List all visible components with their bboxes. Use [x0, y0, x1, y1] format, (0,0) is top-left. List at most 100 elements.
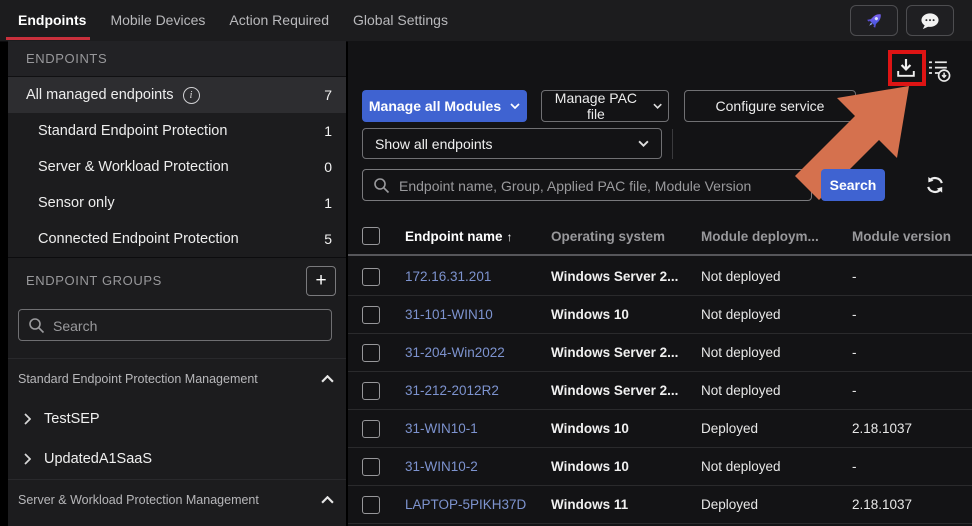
- sidebar-item-count: 0: [324, 159, 332, 175]
- nav-tab-label: Action Required: [229, 12, 329, 28]
- row-checkbox[interactable]: [362, 344, 380, 362]
- col-module-deployment[interactable]: Module deploym...: [701, 218, 819, 256]
- chevron-up-icon[interactable]: [321, 375, 334, 383]
- os-cell: Windows 11: [551, 486, 628, 523]
- nav-tab[interactable]: Action Required: [229, 0, 329, 40]
- deployment-cell: Not deployed: [701, 334, 781, 371]
- sidebar-search-input[interactable]: [51, 310, 325, 342]
- sidebar-item-label: Standard Endpoint Protection: [38, 123, 227, 139]
- nav-tab[interactable]: Global Settings: [353, 0, 448, 40]
- endpoint-filter-value: Show all endpoints: [375, 136, 493, 152]
- os-cell: Windows 10: [551, 448, 629, 485]
- sidebar-item[interactable]: Standard Endpoint Protection 1: [8, 113, 346, 149]
- endpoints-section-header: ENDPOINTS: [8, 41, 346, 77]
- sidebar-item[interactable]: Sensor only 1: [8, 185, 346, 221]
- rocket-button[interactable]: [850, 5, 898, 36]
- group-tree-node[interactable]: TestSEP: [8, 399, 346, 439]
- version-cell: 2.18.1037: [852, 486, 912, 523]
- search-button[interactable]: Search: [821, 169, 885, 201]
- endpoint-groups-section: ENDPOINT GROUPS +: [8, 257, 346, 304]
- nav-tab-label: Mobile Devices: [110, 12, 205, 28]
- row-checkbox[interactable]: [362, 382, 380, 400]
- col-operating-system[interactable]: Operating system: [551, 218, 665, 256]
- group-tree-node[interactable]: UpdatedA1SaaS: [8, 439, 346, 479]
- rocket-icon: [864, 10, 885, 31]
- endpoint-name-link[interactable]: 31-204-Win2022: [405, 334, 505, 371]
- info-icon[interactable]: i: [183, 87, 200, 104]
- endpoint-search-input[interactable]: [397, 170, 805, 202]
- sidebar-item-label: All managed endpoints: [26, 87, 174, 103]
- manage-all-modules-label: Manage all Modules: [369, 98, 501, 114]
- endpoint-filter-dropdown[interactable]: Show all endpoints: [362, 128, 662, 159]
- sidebar-item-label: Connected Endpoint Protection: [38, 231, 239, 247]
- table-row: 31-WIN10-1 Windows 10 Deployed 2.18.1037: [348, 410, 972, 448]
- group-section-header[interactable]: Standard Endpoint Protection Management: [8, 358, 346, 399]
- search-icon: [28, 317, 45, 334]
- chevron-right-icon[interactable]: [24, 453, 31, 465]
- search-button-label: Search: [830, 177, 877, 193]
- endpoint-name-link[interactable]: 172.16.31.201: [405, 258, 491, 295]
- col-endpoint-name-label: Endpoint name: [405, 229, 503, 244]
- sidebar-item[interactable]: All managed endpoints i 7: [8, 77, 346, 113]
- endpoint-search: [362, 169, 812, 201]
- table-row: 31-101-WIN10 Windows 10 Not deployed -: [348, 296, 972, 334]
- version-cell: -: [852, 334, 857, 371]
- endpoint-name-link[interactable]: 31-WIN10-2: [405, 448, 478, 485]
- sidebar-item-label: Sensor only: [38, 195, 115, 211]
- sidebar-item-label: Server & Workload Protection: [38, 159, 229, 175]
- group-section-header[interactable]: Server & Workload Protection Management: [8, 479, 346, 520]
- configure-service-label: Configure service: [716, 98, 825, 114]
- sidebar-item[interactable]: Connected Endpoint Protection 5: [8, 221, 346, 257]
- row-checkbox[interactable]: [362, 306, 380, 324]
- group-node-label: UpdatedA1SaaS: [44, 451, 152, 467]
- endpoint-name-link[interactable]: 31-WIN10-1: [405, 410, 478, 447]
- search-icon: [373, 177, 390, 194]
- endpoint-name-link[interactable]: 31-101-WIN10: [405, 296, 493, 333]
- manage-all-modules-button[interactable]: Manage all Modules: [362, 90, 527, 122]
- refresh-button[interactable]: [924, 174, 946, 196]
- row-checkbox[interactable]: [362, 496, 380, 514]
- deployment-cell: Not deployed: [701, 296, 781, 333]
- deployment-history-button[interactable]: [926, 56, 952, 84]
- sidebar: ENDPOINTS All managed endpoints i 7 Stan…: [8, 41, 346, 526]
- table-row: 31-WIN10-2 Windows 10 Not deployed -: [348, 448, 972, 486]
- endpoint-management-app: Endpoints Mobile Devices Action Required Gl…: [0, 0, 972, 526]
- manage-pac-file-button[interactable]: Manage PAC file: [541, 90, 669, 122]
- row-checkbox[interactable]: [362, 458, 380, 476]
- download-agent-button[interactable]: [894, 53, 922, 83]
- add-group-button[interactable]: +: [306, 266, 336, 296]
- os-cell: Windows Server 2...: [551, 372, 678, 409]
- chevron-up-icon[interactable]: [321, 496, 334, 504]
- nav-tab-label: Endpoints: [18, 12, 86, 28]
- deployment-cell: Deployed: [701, 410, 758, 447]
- select-all-checkbox[interactable]: [362, 227, 380, 245]
- endpoint-name-link[interactable]: LAPTOP-5PIKH37D: [405, 486, 526, 523]
- col-endpoint-name[interactable]: Endpoint name↑: [405, 218, 513, 256]
- chat-icon: [920, 12, 940, 30]
- os-cell: Windows 10: [551, 410, 629, 447]
- endpoint-groups-header: ENDPOINT GROUPS: [8, 258, 346, 304]
- sidebar-item-count: 7: [324, 87, 332, 103]
- deployment-cell: Not deployed: [701, 258, 781, 295]
- deployment-cell: Not deployed: [701, 372, 781, 409]
- row-checkbox[interactable]: [362, 420, 380, 438]
- chevron-down-icon: [638, 140, 649, 147]
- toolbar-divider: [672, 129, 673, 159]
- row-checkbox[interactable]: [362, 268, 380, 286]
- nav-tab[interactable]: Mobile Devices: [110, 0, 205, 40]
- nav-tab-label: Global Settings: [353, 12, 448, 28]
- chevron-right-icon[interactable]: [24, 413, 31, 425]
- nav-tab[interactable]: Endpoints: [18, 0, 86, 40]
- sidebar-search: [18, 309, 332, 341]
- deployment-cell: Not deployed: [701, 448, 781, 485]
- sidebar-item[interactable]: Server & Workload Protection 0: [8, 149, 346, 185]
- chevron-down-icon: [653, 103, 662, 109]
- version-cell: -: [852, 372, 857, 409]
- sidebar-item-count: 5: [324, 231, 332, 247]
- chat-button[interactable]: [906, 5, 954, 36]
- col-module-version[interactable]: Module version: [852, 218, 951, 256]
- configure-service-button[interactable]: Configure service: [684, 90, 856, 122]
- top-nav: Endpoints Mobile Devices Action Required Gl…: [0, 0, 972, 42]
- deployment-cell: Deployed: [701, 486, 758, 523]
- endpoint-name-link[interactable]: 31-212-2012R2: [405, 372, 499, 409]
